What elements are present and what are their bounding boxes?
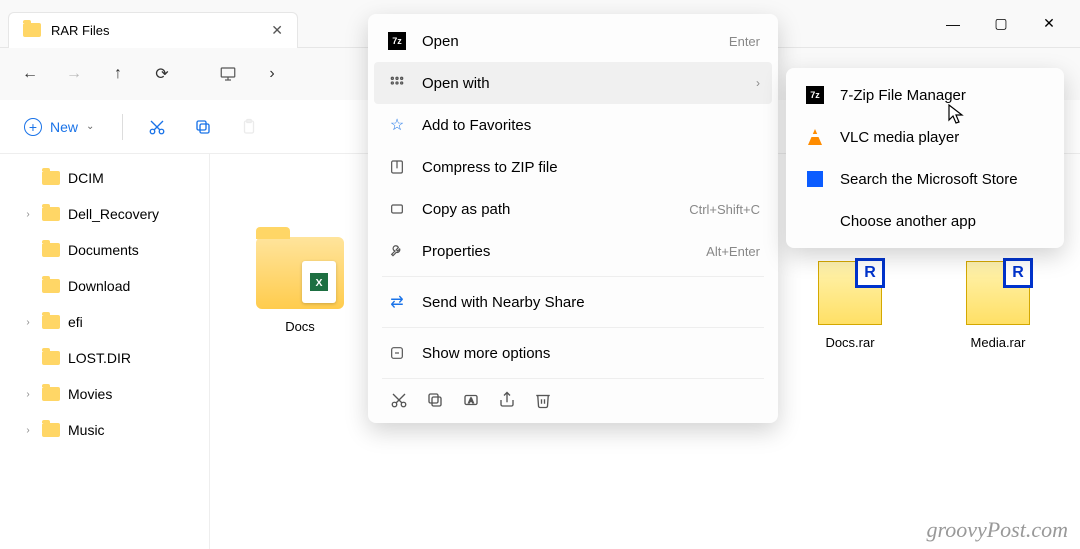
plus-icon: + [24, 118, 42, 136]
file-label: Media.rar [971, 335, 1026, 350]
forward-button[interactable]: → [54, 54, 94, 94]
sidebar-item-movies[interactable]: ›Movies [0, 376, 209, 412]
window-tab[interactable]: RAR Files ✕ [8, 12, 298, 48]
vlc-icon [804, 126, 826, 148]
submenu-7zip[interactable]: 7z 7-Zip File Manager [792, 74, 1058, 116]
refresh-button[interactable]: ⟳ [142, 54, 182, 94]
breadcrumb-chevron-icon[interactable]: › [252, 54, 292, 94]
excel-doc-icon: X [302, 261, 336, 303]
folder-icon [42, 387, 60, 401]
shortcut: Enter [729, 34, 760, 49]
chevron-right-icon[interactable]: › [22, 389, 34, 400]
sidebar-item-download[interactable]: Download [0, 268, 209, 304]
tab-title: RAR Files [51, 23, 261, 38]
share-icon[interactable] [498, 391, 516, 409]
nearby-share-icon: ⇄ [386, 291, 408, 313]
file-item-docs-folder[interactable]: X Docs [220, 174, 380, 344]
chevron-right-icon[interactable]: › [22, 425, 34, 436]
more-options-icon [386, 342, 408, 364]
7z-icon: 7z [804, 84, 826, 106]
folder-icon [42, 279, 60, 293]
sidebar-item-dcim[interactable]: DCIM [0, 160, 209, 196]
sidebar-item-efi[interactable]: ›efi [0, 304, 209, 340]
ctx-nearby-share[interactable]: ⇄ Send with Nearby Share [374, 281, 772, 323]
shortcut: Ctrl+Shift+C [689, 202, 760, 217]
folder-icon [42, 315, 60, 329]
copy-icon[interactable] [185, 109, 221, 145]
chevron-down-icon: ⌄ [86, 121, 94, 132]
submenu-store[interactable]: Search the Microsoft Store [792, 158, 1058, 200]
close-tab-icon[interactable]: ✕ [271, 22, 283, 39]
ctx-add-favorites[interactable]: ☆ Add to Favorites [374, 104, 772, 146]
ctx-compress-zip[interactable]: Compress to ZIP file [374, 146, 772, 188]
apps-grid-icon [386, 72, 408, 94]
folder-icon [23, 23, 41, 37]
svg-text:X: X [315, 277, 322, 289]
rename-icon[interactable]: A [462, 391, 480, 409]
separator [382, 378, 764, 379]
maximize-button[interactable]: ▢ [978, 8, 1024, 40]
separator [382, 276, 764, 277]
chevron-right-icon: › [756, 76, 760, 90]
separator [382, 327, 764, 328]
new-button-label: New [50, 119, 78, 135]
submenu-choose-another[interactable]: Choose another app [792, 200, 1058, 242]
folder-icon [42, 207, 60, 221]
ctx-quick-actions: A [374, 383, 772, 417]
folder-large-icon: X [256, 237, 344, 309]
watermark: groovyPost.com [926, 517, 1068, 543]
sidebar-item-documents[interactable]: Documents [0, 232, 209, 268]
folder-icon [42, 243, 60, 257]
ctx-show-more[interactable]: Show more options [374, 332, 772, 374]
ctx-properties[interactable]: Properties Alt+Enter [374, 230, 772, 272]
open-with-submenu: 7z 7-Zip File Manager VLC media player S… [786, 68, 1064, 248]
sidebar: DCIM ›Dell_Recovery Documents Download ›… [0, 154, 210, 549]
svg-text:A: A [468, 396, 473, 405]
submenu-vlc[interactable]: VLC media player [792, 116, 1058, 158]
7z-icon: 7z [386, 30, 408, 52]
rar-file-icon [818, 261, 882, 325]
sidebar-item-lostdir[interactable]: LOST.DIR [0, 340, 209, 376]
file-label: Docs [285, 319, 315, 334]
ctx-open[interactable]: 7z Open Enter [374, 20, 772, 62]
blank-icon [804, 210, 826, 232]
paste-icon[interactable] [231, 109, 267, 145]
zip-icon [386, 156, 408, 178]
window-controls: — ▢ ✕ [930, 8, 1072, 40]
this-pc-icon[interactable] [208, 54, 248, 94]
back-button[interactable]: ← [10, 54, 50, 94]
delete-icon[interactable] [534, 391, 552, 409]
sidebar-item-music[interactable]: ›Music [0, 412, 209, 448]
close-button[interactable]: ✕ [1026, 8, 1072, 40]
folder-icon [42, 171, 60, 185]
chevron-right-icon[interactable]: › [22, 317, 34, 328]
file-label: Docs.rar [825, 335, 874, 350]
divider [122, 114, 123, 140]
ctx-open-with[interactable]: Open with › [374, 62, 772, 104]
copy-icon[interactable] [426, 391, 444, 409]
cut-icon[interactable] [139, 109, 175, 145]
sidebar-item-dell-recovery[interactable]: ›Dell_Recovery [0, 196, 209, 232]
context-menu: 7z Open Enter Open with › ☆ Add to Favor… [368, 14, 778, 423]
folder-icon [42, 351, 60, 365]
folder-icon [42, 423, 60, 437]
wrench-icon [386, 240, 408, 262]
star-icon: ☆ [386, 114, 408, 136]
shortcut: Alt+Enter [706, 244, 760, 259]
chevron-right-icon[interactable]: › [22, 209, 34, 220]
copy-path-icon [386, 198, 408, 220]
minimize-button[interactable]: — [930, 8, 976, 40]
ms-store-icon [804, 168, 826, 190]
ctx-copy-path[interactable]: Copy as path Ctrl+Shift+C [374, 188, 772, 230]
rar-file-icon [966, 261, 1030, 325]
cut-icon[interactable] [390, 391, 408, 409]
new-button[interactable]: + New ⌄ [12, 109, 106, 145]
up-button[interactable]: ↑ [98, 54, 138, 94]
